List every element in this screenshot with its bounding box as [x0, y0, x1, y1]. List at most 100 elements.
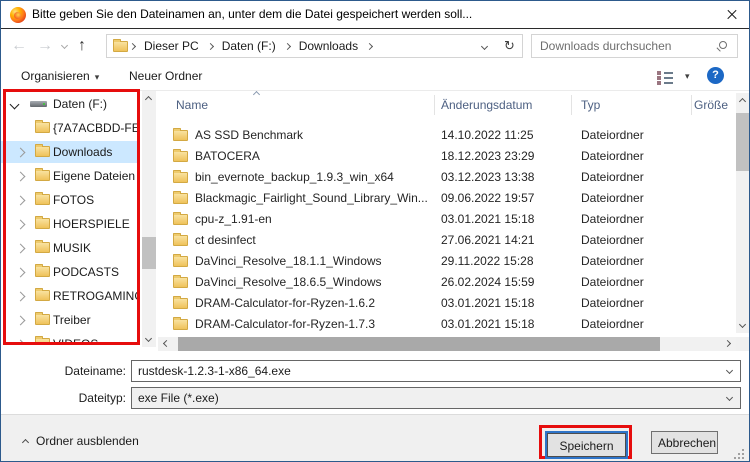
folder-icon	[35, 266, 50, 277]
tree-item-label: {7A7ACBDD-FE	[53, 117, 139, 139]
scroll-right-icon[interactable]	[724, 340, 731, 347]
scroll-down-icon[interactable]	[145, 335, 152, 342]
expander-expanded-icon[interactable]	[10, 100, 20, 110]
breadcrumb-item-dieser-pc[interactable]: Dieser PC	[144, 39, 199, 53]
column-header-name[interactable]: Name	[176, 98, 426, 112]
file-name: Blackmagic_Fairlight_Sound_Library_Win..…	[195, 188, 435, 209]
expander-collapsed-icon[interactable]	[16, 172, 26, 182]
file-type: Dateiordner	[581, 251, 691, 272]
save-file-dialog: Bitte geben Sie den Dateinamen an, unter…	[0, 0, 750, 462]
scroll-up-icon[interactable]	[739, 98, 746, 105]
tree-item-eigene-dateien[interactable]: Eigene Dateien	[1, 165, 140, 187]
scroll-up-icon[interactable]	[145, 96, 152, 103]
file-row-dram-162[interactable]: DRAM-Calculator-for-Ryzen-1.6.2 03.01.20…	[158, 293, 736, 314]
file-row-cpu-z[interactable]: cpu-z_1.91-en 03.01.2021 15:18 Dateiordn…	[158, 209, 736, 230]
breadcrumb-item-daten-f[interactable]: Daten (F:)	[222, 39, 276, 53]
file-date: 03.12.2023 13:38	[441, 167, 571, 188]
dialog-footer: Ordner ausblenden Speichern Abbrechen	[1, 414, 749, 462]
file-row-davinci-1865[interactable]: DaVinci_Resolve_18.6.5_Windows 26.02.202…	[158, 272, 736, 293]
views-dropdown-icon[interactable]: ▾	[685, 62, 690, 90]
tree-scrollbar[interactable]	[142, 91, 156, 347]
help-button[interactable]: ?	[707, 67, 724, 84]
cancel-button[interactable]: Abbrechen	[651, 431, 718, 454]
list-vscrollbar-thumb[interactable]	[736, 113, 750, 171]
file-row-bin-evernote[interactable]: bin_evernote_backup_1.9.3_win_x64 03.12.…	[158, 167, 736, 188]
search-input[interactable]	[532, 35, 718, 57]
list-horizontal-scrollbar[interactable]	[158, 337, 736, 351]
file-row-ct-desinfect[interactable]: ct desinfect 27.06.2021 14:21 Dateiordne…	[158, 230, 736, 251]
tree-item-hoerspiele[interactable]: HOERSPIELE	[1, 213, 140, 235]
filetype-value: exe File (*.exe)	[138, 391, 219, 405]
expander-collapsed-icon[interactable]	[16, 292, 26, 302]
expander-collapsed-icon[interactable]	[16, 244, 26, 254]
tree-item-musik[interactable]: MUSIK	[1, 237, 140, 259]
expander-collapsed-icon[interactable]	[16, 316, 26, 326]
tree-item-label: RETROGAMING	[53, 285, 139, 307]
folder-icon	[35, 338, 50, 345]
dropdown-icon: ▾	[95, 72, 100, 82]
tree-item-podcasts[interactable]: PODCASTS	[1, 261, 140, 283]
file-row-dram-173[interactable]: DRAM-Calculator-for-Ryzen-1.7.3 03.01.20…	[158, 314, 736, 335]
column-separator[interactable]	[571, 95, 572, 115]
tree-item-videos[interactable]: VIDEOS	[1, 333, 140, 345]
expander-collapsed-icon[interactable]	[16, 196, 26, 206]
filetype-select[interactable]: exe File (*.exe)	[131, 387, 741, 409]
tree-item-retrogaming[interactable]: RETROGAMING	[1, 285, 140, 307]
hide-folders-toggle[interactable]: Ordner ausblenden	[23, 432, 139, 450]
folder-icon	[173, 130, 188, 141]
breadcrumb-item-downloads[interactable]: Downloads	[299, 39, 358, 53]
column-header-size[interactable]: Größe	[694, 98, 736, 112]
file-row-as-ssd-benchmark[interactable]: AS SSD Benchmark 14.10.2022 11:25 Dateio…	[158, 125, 736, 146]
organize-button[interactable]: Organisieren▾	[21, 62, 99, 91]
tree-item-label: MUSIK	[53, 237, 139, 259]
back-icon: ←	[11, 37, 27, 54]
file-row-batocera[interactable]: BATOCERA 18.12.2023 23:29 Dateiordner	[158, 146, 736, 167]
annotation-save-red-box: Speichern	[539, 425, 632, 459]
tree-item-7a7acbdd[interactable]: {7A7ACBDD-FE	[1, 117, 140, 139]
refresh-button[interactable]: ↻	[497, 34, 523, 58]
column-header-date[interactable]: Änderungsdatum	[441, 98, 561, 112]
file-type: Dateiordner	[581, 230, 691, 251]
file-row-blackmagic[interactable]: Blackmagic_Fairlight_Sound_Library_Win..…	[158, 188, 736, 209]
file-name: BATOCERA	[195, 146, 435, 167]
list-vertical-scrollbar[interactable]	[736, 93, 750, 333]
expander-collapsed-icon[interactable]	[16, 268, 26, 278]
address-dropdown-icon[interactable]	[481, 43, 488, 50]
expander-collapsed-icon[interactable]	[16, 220, 26, 230]
tree-item-label: PODCASTS	[53, 261, 139, 283]
hide-folders-label: Ordner ausblenden	[36, 434, 139, 448]
search-icon[interactable]	[719, 41, 727, 49]
tree-scrollbar-thumb[interactable]	[142, 237, 156, 269]
folder-icon	[35, 194, 50, 205]
tree-item-downloads[interactable]: Downloads	[1, 141, 140, 163]
column-header-type[interactable]: Typ	[581, 98, 681, 112]
column-separator[interactable]	[691, 95, 692, 115]
forward-button[interactable]: →	[37, 30, 53, 62]
filetype-label: Dateityp:	[31, 387, 126, 409]
scroll-left-icon[interactable]	[163, 340, 170, 347]
column-separator[interactable]	[434, 95, 435, 115]
tree-item-daten-f[interactable]: Daten (F:)	[1, 93, 140, 115]
file-date: 26.02.2024 15:59	[441, 272, 571, 293]
up-button[interactable]: ↑	[78, 30, 86, 62]
file-row-davinci-1811[interactable]: DaVinci_Resolve_18.1.1_Windows 29.11.202…	[158, 251, 736, 272]
save-button[interactable]: Speichern	[547, 433, 626, 457]
resize-grip[interactable]	[734, 449, 745, 460]
folder-icon	[173, 235, 188, 246]
change-view-icon[interactable]	[657, 71, 673, 83]
close-button[interactable]	[715, 1, 749, 28]
back-button[interactable]: ←	[11, 30, 27, 62]
tree-item-fotos[interactable]: FOTOS	[1, 189, 140, 211]
list-hscrollbar-thumb[interactable]	[178, 337, 660, 351]
folder-icon	[35, 122, 50, 133]
tree-item-treiber[interactable]: Treiber	[1, 309, 140, 331]
scroll-down-icon[interactable]	[739, 321, 746, 328]
new-folder-button[interactable]: Neuer Ordner	[129, 62, 202, 90]
recent-locations-chevron-icon[interactable]	[61, 42, 68, 49]
forward-icon: →	[37, 37, 53, 54]
expander-collapsed-icon[interactable]	[16, 340, 26, 345]
filename-input[interactable]	[131, 360, 741, 382]
file-list: AS SSD Benchmark 14.10.2022 11:25 Dateio…	[158, 125, 736, 337]
breadcrumb[interactable]: Dieser PC Daten (F:) Downloads	[106, 34, 498, 58]
expander-collapsed-icon[interactable]	[16, 148, 26, 158]
